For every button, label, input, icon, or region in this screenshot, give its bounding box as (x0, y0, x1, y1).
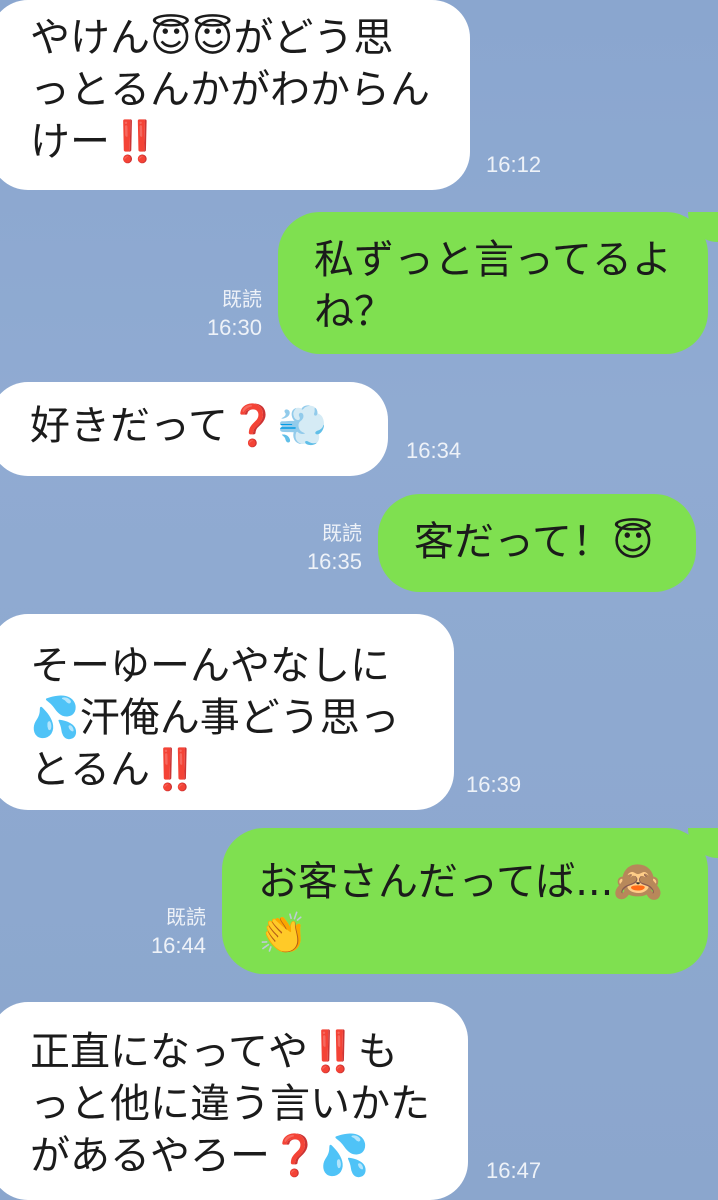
message-line: 客だって！😇 (414, 519, 654, 565)
chat-history[interactable]: やけん😇😇がどう思 っとるんかがわからん けー‼️ 16:12 既読 16:30… (0, 0, 718, 1200)
outgoing-message-bubble[interactable]: 私ずっと言ってるよ ね？ (278, 212, 708, 354)
message-time: 16:30 (206, 315, 262, 340)
message-line: お客さんだってば...🙈 (258, 859, 664, 905)
incoming-message-bubble[interactable]: 正直になってや‼️も っと他に違う言いかた があるやろー❓💦 (0, 1002, 468, 1200)
message-meta: 既読 16:44 (134, 904, 206, 960)
message-line: 👏 (258, 911, 308, 957)
message-line: があるやろー❓💦 (30, 1133, 370, 1179)
message-line: 正直になってや‼️も (30, 1029, 398, 1075)
message-line: 好きだって❓💨 (30, 403, 328, 449)
message-time: 16:12 (486, 152, 542, 177)
incoming-message-bubble[interactable]: 好きだって❓💨 (0, 382, 388, 476)
incoming-message-bubble[interactable]: そーゆーんやなしに 💦汗俺ん事どう思っ とるん‼️ (0, 614, 454, 810)
message-meta: 既読 16:35 (290, 520, 362, 576)
message-time: 16:35 (306, 549, 362, 574)
read-receipt: 既読 (322, 523, 362, 545)
message-line: やけん😇😇がどう思 (30, 15, 394, 61)
read-receipt: 既読 (222, 289, 262, 311)
message-time: 16:34 (406, 438, 462, 463)
message-line: けー‼️ (30, 119, 160, 165)
outgoing-message-bubble[interactable]: 客だって！😇 (378, 494, 696, 592)
read-receipt: 既読 (166, 907, 206, 929)
message-line: 💦汗俺ん事どう思っ (30, 695, 400, 741)
message-line: 私ずっと言ってるよ (314, 237, 672, 283)
message-time: 16:39 (466, 772, 522, 797)
message-time: 16:44 (150, 933, 206, 958)
message-line: とるん‼️ (30, 747, 200, 793)
message-line: っと他に違う言いかた (30, 1081, 430, 1127)
incoming-message-bubble[interactable]: やけん😇😇がどう思 っとるんかがわからん けー‼️ (0, 0, 470, 190)
message-meta: 既読 16:30 (190, 286, 262, 342)
message-line: ね？ (314, 289, 394, 335)
message-line: っとるんかがわからん (30, 67, 430, 113)
message-line: そーゆーんやなしに (30, 643, 390, 689)
message-time: 16:47 (486, 1158, 542, 1183)
outgoing-message-bubble[interactable]: お客さんだってば...🙈 👏 (222, 828, 708, 974)
